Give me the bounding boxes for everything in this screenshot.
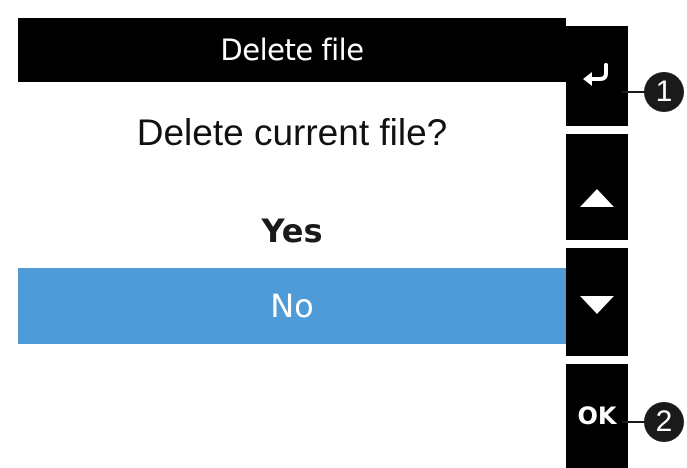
- callout-1: 1: [644, 72, 684, 112]
- down-key[interactable]: [566, 248, 628, 356]
- callout-2: 2: [644, 402, 684, 442]
- device-screen: Delete file Delete current file? Yes No …: [0, 0, 687, 468]
- key-column: OK: [566, 0, 628, 468]
- up-key[interactable]: [566, 134, 628, 240]
- triangle-down-icon: [580, 296, 614, 314]
- back-key[interactable]: [566, 26, 628, 126]
- dialog-question: Delete current file?: [136, 112, 448, 153]
- return-arrow-icon: [583, 63, 608, 86]
- callout-1-leader: [622, 91, 646, 93]
- ok-key-label: OK: [577, 402, 617, 430]
- ok-key[interactable]: OK: [566, 364, 628, 468]
- triangle-up-icon: [580, 189, 614, 207]
- callout-2-leader: [622, 421, 646, 423]
- option-no[interactable]: No: [18, 268, 566, 344]
- dialog-title: Delete file: [18, 18, 566, 82]
- option-yes[interactable]: Yes: [18, 193, 566, 269]
